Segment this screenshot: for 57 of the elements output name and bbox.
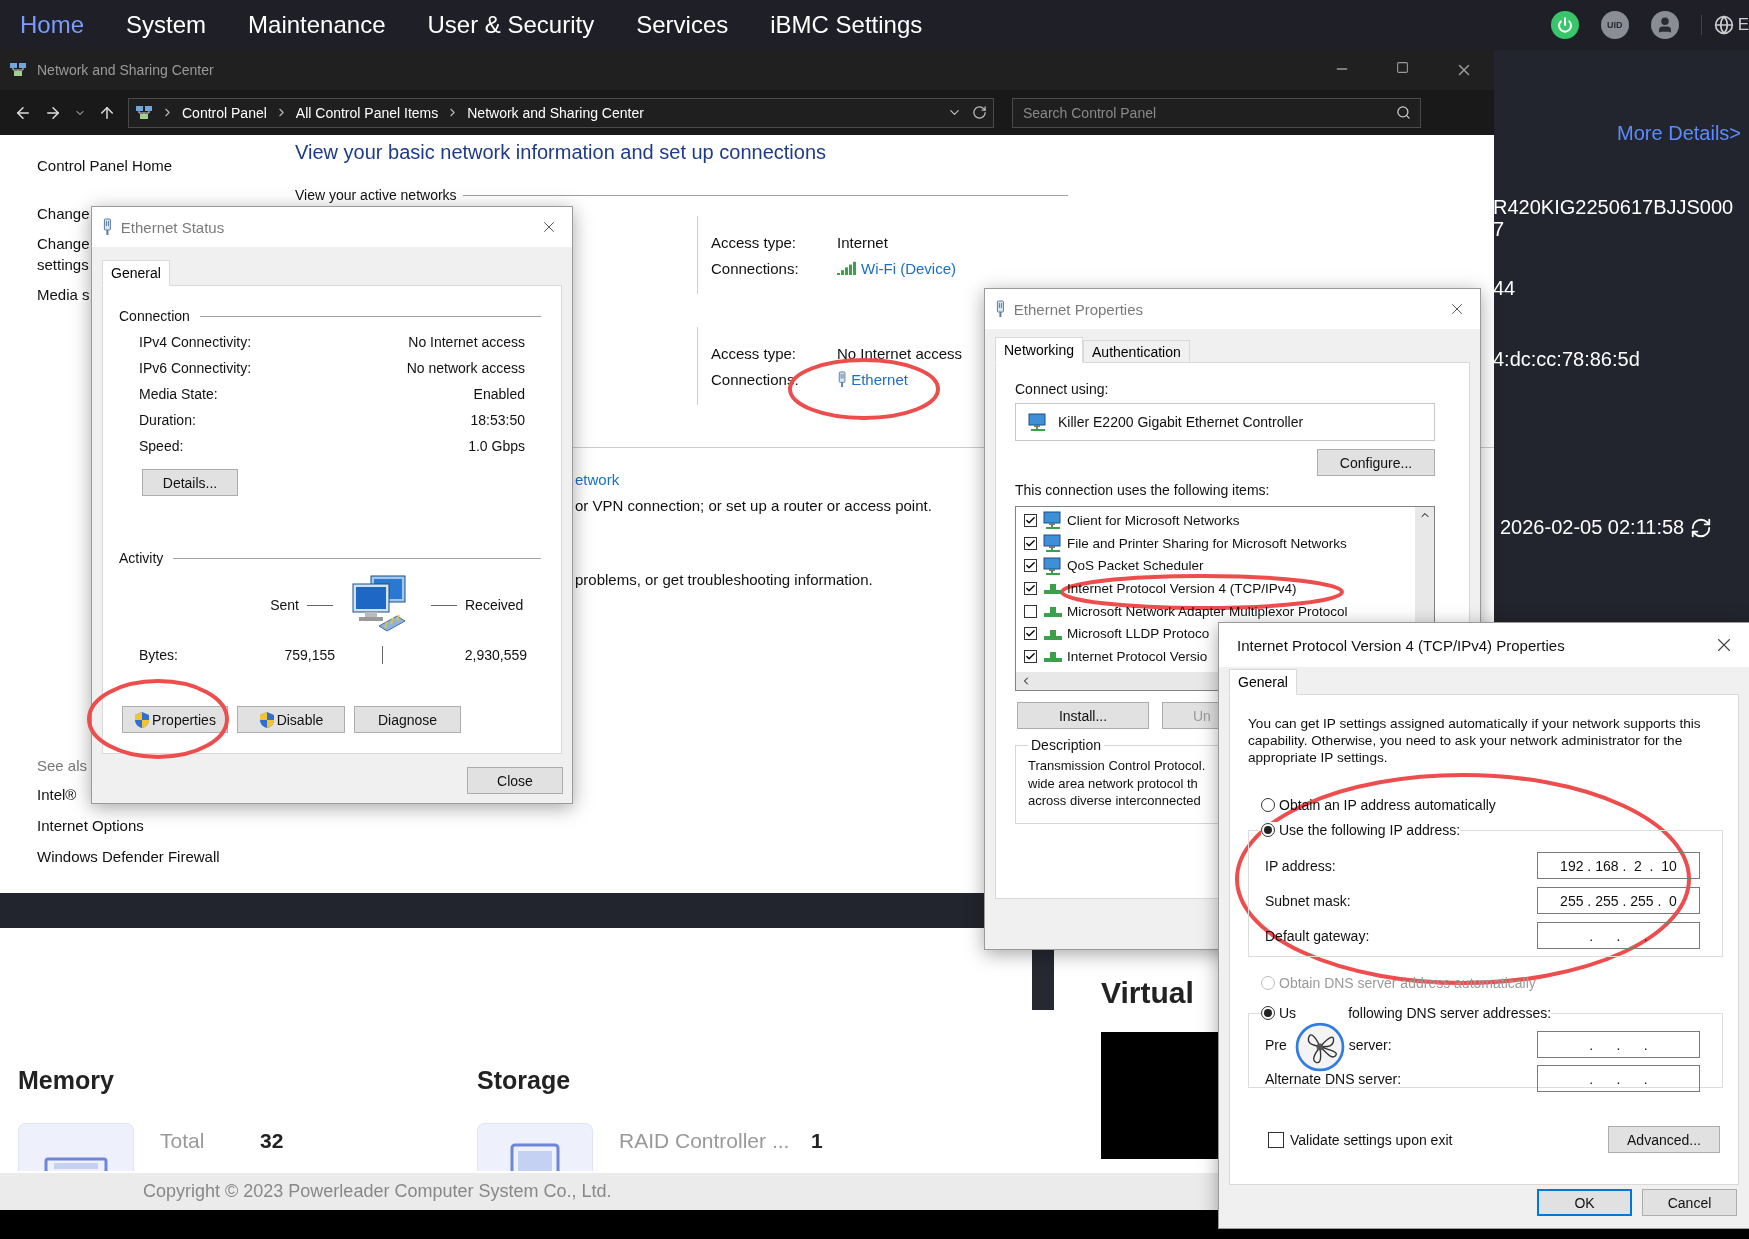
status-value: No Internet access: [408, 334, 525, 350]
field-label: Pre: [1265, 1036, 1287, 1053]
description-text: across diverse interconnected: [1028, 792, 1201, 810]
field-label: This connection uses the following items:: [1015, 482, 1271, 498]
field-label: server:: [1348, 1036, 1392, 1053]
bytes-label: Bytes:: [139, 647, 179, 663]
section-label: View your active networks: [295, 187, 457, 203]
group-label: Activity: [119, 550, 164, 566]
status-label: Media State:: [139, 386, 218, 402]
status-label: IPv6 Connectivity:: [139, 360, 252, 376]
status-label: Speed:: [139, 438, 184, 454]
status-label: Duration:: [139, 412, 196, 428]
group-label: Description: [1030, 738, 1103, 753]
sent-label: Sent: [270, 597, 299, 613]
window-title: Network and Sharing Center: [37, 62, 214, 78]
task-description: or VPN connection; or set up a router or access point.: [575, 496, 932, 516]
field-label: Subnet mask:: [1265, 892, 1351, 909]
field-label: Access type:: [711, 233, 798, 251]
adapter-name: Killer E2200 Gigabit Ethernet Controller: [1058, 414, 1304, 430]
status-value: No network access: [406, 360, 525, 376]
field-label: Access type:: [711, 344, 798, 362]
field-value: No Internet access: [837, 344, 963, 362]
dialog-title: Internet Protocol Version 4 (TCP/IPv4) Properties: [1237, 636, 1565, 654]
info-value: 44: [1493, 277, 1517, 299]
page-heading: View your basic network information and set up connections: [295, 141, 828, 164]
card-label: RAID Controller ...: [619, 1129, 791, 1153]
field-value: Internet: [837, 233, 888, 251]
copyright-text: Copyright © 2023 Powerleader Computer System Co., Ltd.: [143, 1181, 612, 1202]
intro-text: You can get IP settings assigned automatically if your network supports this capability. Otherwise, you need to ask your network administrator for the appropriate IP settings.: [1248, 715, 1702, 766]
status-label: IPv4 Connectivity:: [139, 334, 252, 350]
info-value: 4:dc:cc:78:86:5d: [1493, 348, 1641, 370]
date-time: 2026-02-05 02:11:58: [1500, 516, 1685, 539]
card-value: 1: [811, 1129, 823, 1153]
description-text: wide area network protocol th: [1028, 774, 1198, 792]
description-text: Transmission Control Protocol.: [1028, 757, 1206, 775]
section-title: Virtual: [1101, 976, 1195, 1010]
see-also-label: See als: [37, 757, 89, 774]
group-label: Connection: [119, 308, 190, 324]
dialog-title: Ethernet Status: [120, 218, 225, 236]
task-description: problems, or get troubleshooting information.: [575, 570, 873, 590]
received-label: Received: [465, 597, 524, 613]
card-value: 32: [260, 1129, 284, 1153]
field-label: Connections:: [711, 259, 800, 277]
bytes-sent: 759,155: [284, 647, 335, 663]
section-title: Memory: [18, 1065, 115, 1095]
card-label: Total: [160, 1129, 206, 1153]
status-value: Enabled: [473, 386, 525, 402]
status-value: 1.0 Gbps: [468, 438, 525, 454]
field-label: Alternate DNS server:: [1265, 1070, 1402, 1087]
section-title: Storage: [477, 1065, 572, 1095]
status-value: 18:53:50: [470, 412, 525, 428]
field-label: Connect using:: [1015, 381, 1110, 397]
field-label: IP address:: [1265, 857, 1336, 874]
info-value: R420KIG2250617BJJS000: [1493, 196, 1735, 218]
bytes-received: 2,930,559: [464, 647, 527, 663]
info-value: 7: [1493, 218, 1506, 240]
dialog-title: Ethernet Properties: [1013, 300, 1144, 318]
